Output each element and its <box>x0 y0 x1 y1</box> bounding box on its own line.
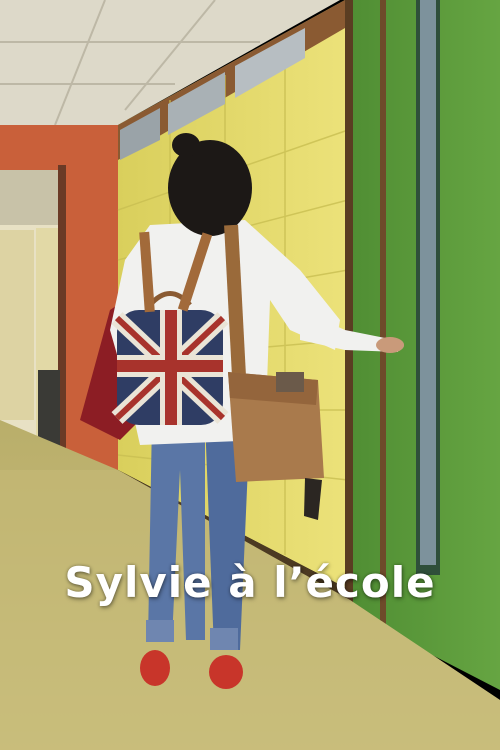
red-shoe-left <box>140 650 170 686</box>
movie-poster: Sylvie à l’école <box>0 0 500 750</box>
poster-title: Sylvie à l’école <box>64 558 436 607</box>
school-hallway-photo <box>0 0 500 750</box>
red-shoe-right <box>209 655 243 689</box>
